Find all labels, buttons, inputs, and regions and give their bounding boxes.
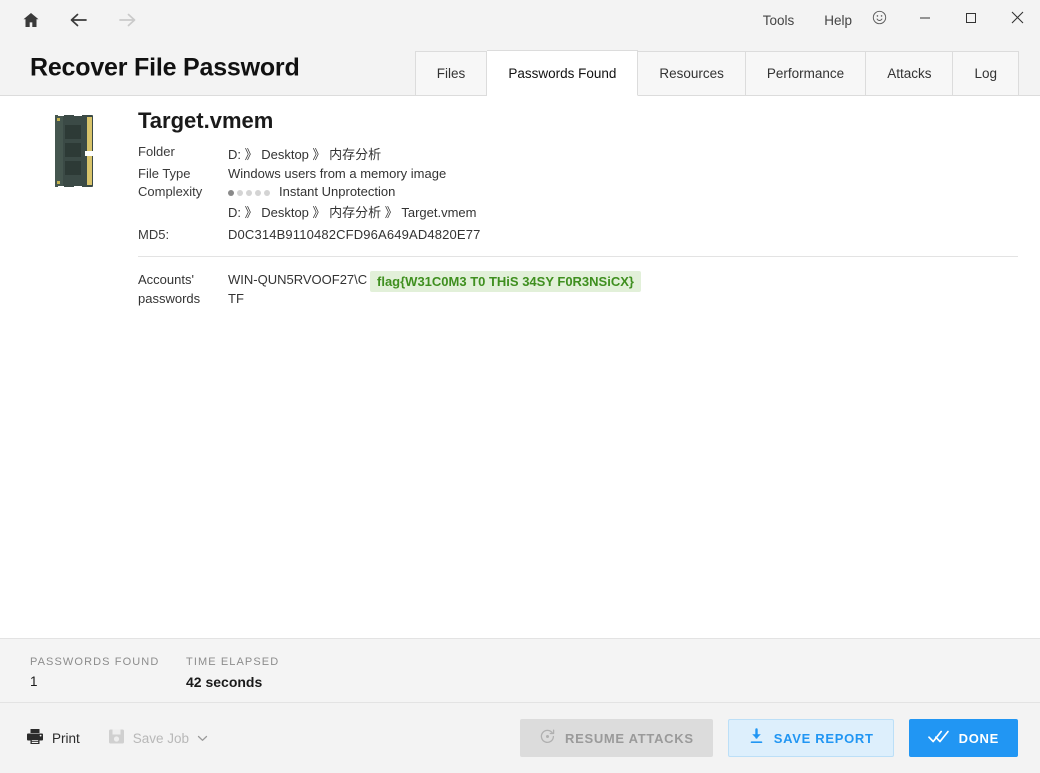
double-check-icon: [927, 729, 950, 747]
tab-performance[interactable]: Performance: [745, 51, 867, 96]
folder-value: D: 》 Desktop 》 内存分析: [228, 147, 382, 162]
application-window: Tools Help Recover File Password Files P…: [0, 0, 1040, 773]
save-report-button[interactable]: SAVE REPORT: [727, 719, 894, 757]
title-bar: Tools Help: [0, 0, 1040, 40]
tab-attacks[interactable]: Attacks: [866, 51, 954, 96]
passwords-found-value: 1: [30, 674, 38, 689]
recovered-password[interactable]: flag{W31C0M3 T0 THiS 34SY F0R3NSiCX}: [370, 271, 641, 292]
complexity-label: Complexity: [138, 184, 203, 199]
complexity-dots-indicator: [228, 189, 270, 196]
download-icon: [748, 728, 765, 748]
save-job-label: Save Job: [132, 730, 190, 746]
fullpath-value: D: 》 Desktop 》 内存分析 》 Target.vmem: [228, 205, 477, 220]
resume-attacks-label: RESUME ATTACKS: [564, 730, 694, 746]
floppy-disk-icon: [108, 728, 125, 748]
account-username: WIN-QUN5RVOOF27\CTF: [228, 272, 368, 306]
complexity-value: Instant Unprotection: [279, 184, 396, 199]
complexity-dot: [246, 189, 252, 196]
action-bar: Print Save Job RESUME ATTACKS SAVE REPOR…: [0, 703, 1040, 773]
metadata-row-complexity: Complexity Instant Unprotection: [138, 184, 698, 199]
memory-module-icon: [49, 111, 99, 191]
accounts-label: Accounts' passwords: [138, 272, 201, 306]
stat-time-elapsed: TIME ELAPSED 42 seconds: [186, 656, 279, 690]
feedback-button[interactable]: [856, 0, 902, 40]
left-actions: Print Save Job: [26, 703, 208, 773]
tab-bar: Files Passwords Found Resources Performa…: [414, 50, 1019, 96]
file-name: Target.vmem: [138, 108, 274, 133]
complexity-dot: [264, 189, 270, 196]
forward-button[interactable]: [112, 5, 142, 35]
close-button[interactable]: [994, 0, 1040, 40]
complexity-dot: [228, 189, 234, 196]
maximize-icon: [965, 11, 977, 29]
maximize-button[interactable]: [948, 0, 994, 40]
window-controls: [856, 0, 1040, 40]
stat-passwords-found: PASSWORDS FOUND 1: [30, 656, 159, 689]
menu-item-tools[interactable]: Tools: [763, 13, 795, 28]
header-bar: Recover File Password Files Passwords Fo…: [0, 40, 1040, 96]
complexity-dot: [255, 189, 261, 196]
resume-attacks-button: RESUME ATTACKS: [519, 719, 713, 757]
content-panel: Target.vmem Folder D: 》 Desktop 》 内存分析 F…: [0, 96, 1040, 638]
time-elapsed-label: TIME ELAPSED: [186, 656, 280, 668]
tab-resources[interactable]: Resources: [638, 51, 746, 96]
feedback-smiley-icon: [872, 10, 887, 30]
right-actions: RESUME ATTACKS SAVE REPORT DONE: [519, 703, 1018, 773]
accounts-passwords-row: Accounts' passwords WIN-QUN5RVOOF27\CTF …: [138, 271, 641, 309]
done-button[interactable]: DONE: [908, 719, 1018, 757]
tab-files[interactable]: Files: [414, 51, 488, 96]
file-metadata: Folder D: 》 Desktop 》 内存分析 File Type Win…: [138, 144, 698, 224]
menu-item-help[interactable]: Help: [824, 13, 852, 28]
tab-log[interactable]: Log: [953, 51, 1019, 96]
time-elapsed-value: 42 seconds: [186, 674, 263, 690]
navigation-icons: [16, 0, 142, 40]
minimize-button[interactable]: [902, 0, 948, 40]
print-button[interactable]: Print: [26, 728, 80, 748]
menu-bar: Tools Help: [763, 0, 852, 40]
save-job-button[interactable]: Save Job: [108, 728, 208, 748]
folder-label: Folder: [138, 144, 175, 159]
minimize-icon: [919, 11, 931, 29]
metadata-row-filetype: File Type Windows users from a memory im…: [138, 166, 698, 181]
md5-label: MD5:: [138, 227, 170, 242]
save-report-label: SAVE REPORT: [773, 730, 874, 746]
done-label: DONE: [958, 730, 999, 746]
home-icon: [22, 11, 40, 29]
metadata-row-fullpath: D: 》 Desktop 》 内存分析 》 Target.vmem: [138, 202, 698, 221]
complexity-value-wrap: Instant Unprotection: [228, 184, 395, 199]
md5-value: D0C314B9110482CFD96A649AD4820E77: [228, 227, 481, 242]
chevron-down-icon: [197, 731, 208, 746]
printer-icon: [26, 728, 44, 748]
complexity-dot: [237, 189, 243, 196]
page-title: Recover File Password: [30, 53, 300, 81]
passwords-found-label: PASSWORDS FOUND: [30, 656, 160, 668]
refresh-circle-icon: [539, 728, 556, 748]
filetype-label: File Type: [138, 166, 191, 181]
print-label: Print: [52, 730, 80, 746]
home-button[interactable]: [16, 5, 46, 35]
close-icon: [1011, 11, 1024, 29]
back-button[interactable]: [64, 5, 94, 35]
md5-row: MD5: D0C314B9110482CFD96A649AD4820E77: [138, 227, 480, 242]
filetype-value: Windows users from a memory image: [228, 166, 447, 181]
back-arrow-icon: [68, 11, 90, 29]
forward-arrow-icon: [116, 11, 138, 29]
status-bar: PASSWORDS FOUND 1 TIME ELAPSED 42 second…: [0, 638, 1040, 703]
metadata-row-folder: Folder D: 》 Desktop 》 内存分析: [138, 144, 698, 163]
tab-passwords-found[interactable]: Passwords Found: [487, 50, 639, 96]
section-divider: [138, 256, 1018, 257]
